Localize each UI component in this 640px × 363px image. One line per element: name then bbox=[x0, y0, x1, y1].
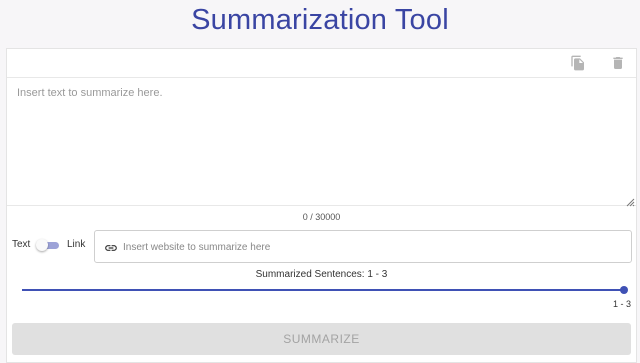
text-link-toggle[interactable] bbox=[36, 239, 60, 251]
summarizer-card: 0 / 30000 Text Link Summarized Sentences… bbox=[6, 48, 637, 363]
link-icon bbox=[104, 241, 118, 253]
slider-fill bbox=[22, 289, 624, 291]
resize-handle-icon[interactable] bbox=[625, 194, 635, 207]
character-count: 0 / 30000 bbox=[302, 212, 341, 222]
trash-icon[interactable] bbox=[610, 55, 626, 71]
page-title: Summarization Tool bbox=[191, 4, 449, 36]
website-link-field[interactable] bbox=[94, 230, 632, 263]
editor-toolbar bbox=[7, 49, 636, 78]
toggle-thumb bbox=[36, 239, 48, 251]
mode-text-label: Text bbox=[12, 239, 31, 250]
summarized-sentences-label: Summarized Sentences: 1 - 3 bbox=[255, 269, 388, 280]
summarize-button[interactable]: SUMMARIZE bbox=[12, 323, 631, 355]
summary-text-input[interactable] bbox=[7, 78, 636, 205]
slider-value-label: 1 - 3 bbox=[612, 299, 631, 309]
sentence-count-slider[interactable] bbox=[22, 285, 628, 295]
copy-icon[interactable] bbox=[570, 55, 586, 71]
slider-thumb[interactable] bbox=[620, 286, 628, 294]
text-editor-area bbox=[7, 78, 636, 207]
website-url-input[interactable] bbox=[123, 239, 623, 255]
mode-link-label: Link bbox=[67, 239, 86, 250]
